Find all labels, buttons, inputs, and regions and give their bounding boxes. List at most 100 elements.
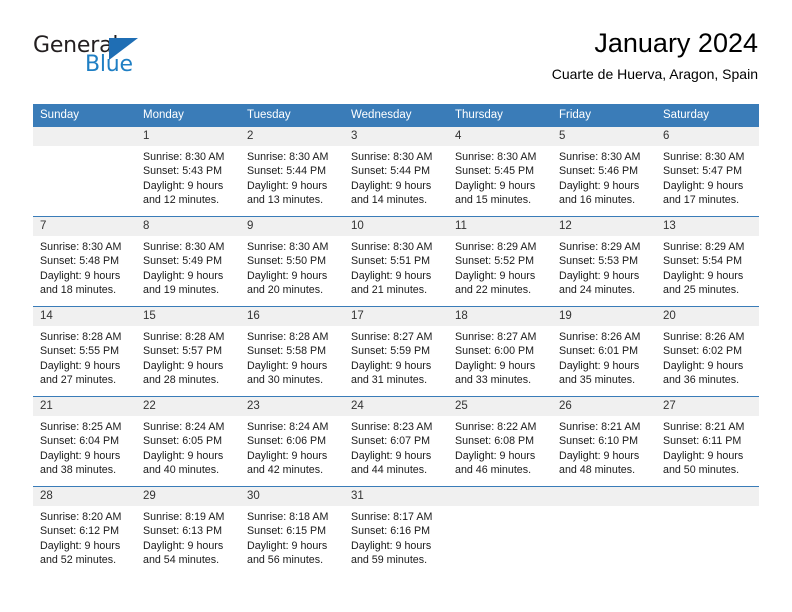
- daylight-text-line2: and 24 minutes.: [559, 284, 636, 297]
- day-cell[interactable]: 8 Sunrise: 8:30 AM Sunset: 5:49 PM Dayli…: [136, 216, 240, 306]
- day-cell[interactable]: 6 Sunrise: 8:30 AM Sunset: 5:47 PM Dayli…: [656, 126, 759, 216]
- day-details: Sunrise: 8:22 AM Sunset: 6:08 PM Dayligh…: [448, 416, 552, 478]
- sunrise-text: Sunrise: 8:30 AM: [143, 241, 225, 253]
- calendar-week-row: 14 Sunrise: 8:28 AM Sunset: 5:55 PM Dayl…: [33, 306, 759, 396]
- daylight-text-line1: Daylight: 9 hours: [143, 539, 224, 552]
- sunrise-text: Sunrise: 8:20 AM: [40, 511, 122, 523]
- sunset-text: Sunset: 5:55 PM: [40, 345, 120, 358]
- sunrise-text: Sunrise: 8:30 AM: [351, 241, 433, 253]
- daylight-text-line1: Daylight: 9 hours: [40, 359, 121, 372]
- day-cell[interactable]: 5 Sunrise: 8:30 AM Sunset: 5:46 PM Dayli…: [552, 126, 656, 216]
- sunset-text: Sunset: 6:04 PM: [40, 435, 120, 448]
- day-number: [656, 487, 759, 506]
- sunset-text: Sunset: 5:49 PM: [143, 255, 223, 268]
- sunset-text: Sunset: 5:53 PM: [559, 255, 639, 268]
- day-details: Sunrise: 8:17 AM Sunset: 6:16 PM Dayligh…: [344, 506, 448, 568]
- sunset-text: Sunset: 6:12 PM: [40, 525, 120, 538]
- day-cell[interactable]: 9 Sunrise: 8:30 AM Sunset: 5:50 PM Dayli…: [240, 216, 344, 306]
- daylight-text-line1: Daylight: 9 hours: [455, 359, 536, 372]
- daylight-text-line2: and 38 minutes.: [40, 464, 117, 477]
- day-number: 26: [552, 397, 656, 416]
- day-cell[interactable]: 30 Sunrise: 8:18 AM Sunset: 6:15 PM Dayl…: [240, 486, 344, 576]
- day-cell[interactable]: 14 Sunrise: 8:28 AM Sunset: 5:55 PM Dayl…: [33, 306, 136, 396]
- daylight-text-line2: and 28 minutes.: [143, 374, 220, 387]
- sunrise-text: Sunrise: 8:26 AM: [559, 331, 641, 343]
- day-cell[interactable]: 16 Sunrise: 8:28 AM Sunset: 5:58 PM Dayl…: [240, 306, 344, 396]
- day-cell[interactable]: 31 Sunrise: 8:17 AM Sunset: 6:16 PM Dayl…: [344, 486, 448, 576]
- weekday-header-friday: Friday: [552, 104, 656, 126]
- day-cell[interactable]: 23 Sunrise: 8:24 AM Sunset: 6:06 PM Dayl…: [240, 396, 344, 486]
- day-number: 8: [136, 217, 240, 236]
- sunrise-text: Sunrise: 8:21 AM: [663, 421, 745, 433]
- weekday-header-monday: Monday: [136, 104, 240, 126]
- day-number: 18: [448, 307, 552, 326]
- sunrise-text: Sunrise: 8:19 AM: [143, 511, 225, 523]
- page-header: General Blue January 2024 Cuarte de Huer…: [0, 0, 792, 104]
- daylight-text-line1: Daylight: 9 hours: [247, 269, 328, 282]
- day-cell[interactable]: 13 Sunrise: 8:29 AM Sunset: 5:54 PM Dayl…: [656, 216, 759, 306]
- day-cell[interactable]: 28 Sunrise: 8:20 AM Sunset: 6:12 PM Dayl…: [33, 486, 136, 576]
- sunset-text: Sunset: 6:02 PM: [663, 345, 743, 358]
- sunset-text: Sunset: 6:07 PM: [351, 435, 431, 448]
- day-cell[interactable]: 20 Sunrise: 8:26 AM Sunset: 6:02 PM Dayl…: [656, 306, 759, 396]
- day-cell[interactable]: 1 Sunrise: 8:30 AM Sunset: 5:43 PM Dayli…: [136, 126, 240, 216]
- day-cell[interactable]: 11 Sunrise: 8:29 AM Sunset: 5:52 PM Dayl…: [448, 216, 552, 306]
- day-cell[interactable]: 3 Sunrise: 8:30 AM Sunset: 5:44 PM Dayli…: [344, 126, 448, 216]
- daylight-text-line1: Daylight: 9 hours: [40, 449, 121, 462]
- day-number: 23: [240, 397, 344, 416]
- day-number: 10: [344, 217, 448, 236]
- day-cell[interactable]: 17 Sunrise: 8:27 AM Sunset: 5:59 PM Dayl…: [344, 306, 448, 396]
- day-cell[interactable]: 12 Sunrise: 8:29 AM Sunset: 5:53 PM Dayl…: [552, 216, 656, 306]
- daylight-text-line1: Daylight: 9 hours: [247, 539, 328, 552]
- day-cell[interactable]: 10 Sunrise: 8:30 AM Sunset: 5:51 PM Dayl…: [344, 216, 448, 306]
- day-cell[interactable]: 18 Sunrise: 8:27 AM Sunset: 6:00 PM Dayl…: [448, 306, 552, 396]
- day-details: Sunrise: 8:30 AM Sunset: 5:46 PM Dayligh…: [552, 146, 656, 208]
- day-cell[interactable]: 22 Sunrise: 8:24 AM Sunset: 6:05 PM Dayl…: [136, 396, 240, 486]
- daylight-text-line1: Daylight: 9 hours: [247, 359, 328, 372]
- day-details: Sunrise: 8:30 AM Sunset: 5:44 PM Dayligh…: [344, 146, 448, 208]
- day-details: Sunrise: 8:20 AM Sunset: 6:12 PM Dayligh…: [33, 506, 136, 568]
- day-details: Sunrise: 8:27 AM Sunset: 6:00 PM Dayligh…: [448, 326, 552, 388]
- sunrise-text: Sunrise: 8:28 AM: [40, 331, 122, 343]
- day-details: Sunrise: 8:21 AM Sunset: 6:11 PM Dayligh…: [656, 416, 759, 478]
- day-number: 20: [656, 307, 759, 326]
- daylight-text-line2: and 30 minutes.: [247, 374, 324, 387]
- daylight-text-line2: and 22 minutes.: [455, 284, 532, 297]
- day-cell[interactable]: 21 Sunrise: 8:25 AM Sunset: 6:04 PM Dayl…: [33, 396, 136, 486]
- day-number: 22: [136, 397, 240, 416]
- day-cell[interactable]: 24 Sunrise: 8:23 AM Sunset: 6:07 PM Dayl…: [344, 396, 448, 486]
- day-cell[interactable]: 7 Sunrise: 8:30 AM Sunset: 5:48 PM Dayli…: [33, 216, 136, 306]
- daylight-text-line1: Daylight: 9 hours: [351, 449, 432, 462]
- sunrise-text: Sunrise: 8:28 AM: [143, 331, 225, 343]
- daylight-text-line1: Daylight: 9 hours: [40, 539, 121, 552]
- daylight-text-line2: and 21 minutes.: [351, 284, 428, 297]
- sunset-text: Sunset: 5:52 PM: [455, 255, 535, 268]
- day-number: 14: [33, 307, 136, 326]
- daylight-text-line2: and 17 minutes.: [663, 194, 740, 207]
- day-cell[interactable]: 4 Sunrise: 8:30 AM Sunset: 5:45 PM Dayli…: [448, 126, 552, 216]
- generalblue-logo[interactable]: General Blue: [33, 34, 173, 84]
- day-cell: [656, 486, 759, 576]
- sunrise-text: Sunrise: 8:29 AM: [559, 241, 641, 253]
- sunrise-text: Sunrise: 8:23 AM: [351, 421, 433, 433]
- daylight-text-line2: and 14 minutes.: [351, 194, 428, 207]
- day-cell[interactable]: 25 Sunrise: 8:22 AM Sunset: 6:08 PM Dayl…: [448, 396, 552, 486]
- day-details: Sunrise: 8:30 AM Sunset: 5:49 PM Dayligh…: [136, 236, 240, 298]
- day-cell[interactable]: 19 Sunrise: 8:26 AM Sunset: 6:01 PM Dayl…: [552, 306, 656, 396]
- daylight-text-line2: and 35 minutes.: [559, 374, 636, 387]
- day-details: Sunrise: 8:24 AM Sunset: 6:05 PM Dayligh…: [136, 416, 240, 478]
- day-number: 4: [448, 127, 552, 146]
- day-cell[interactable]: 27 Sunrise: 8:21 AM Sunset: 6:11 PM Dayl…: [656, 396, 759, 486]
- day-details: Sunrise: 8:30 AM Sunset: 5:45 PM Dayligh…: [448, 146, 552, 208]
- day-details: Sunrise: 8:30 AM Sunset: 5:47 PM Dayligh…: [656, 146, 759, 208]
- daylight-text-line2: and 25 minutes.: [663, 284, 740, 297]
- sunrise-text: Sunrise: 8:30 AM: [351, 151, 433, 163]
- daylight-text-line1: Daylight: 9 hours: [559, 269, 640, 282]
- day-details: Sunrise: 8:30 AM Sunset: 5:51 PM Dayligh…: [344, 236, 448, 298]
- day-cell[interactable]: 15 Sunrise: 8:28 AM Sunset: 5:57 PM Dayl…: [136, 306, 240, 396]
- day-cell[interactable]: 29 Sunrise: 8:19 AM Sunset: 6:13 PM Dayl…: [136, 486, 240, 576]
- sunrise-text: Sunrise: 8:30 AM: [559, 151, 641, 163]
- day-cell[interactable]: 26 Sunrise: 8:21 AM Sunset: 6:10 PM Dayl…: [552, 396, 656, 486]
- daylight-text-line2: and 15 minutes.: [455, 194, 532, 207]
- day-cell[interactable]: 2 Sunrise: 8:30 AM Sunset: 5:44 PM Dayli…: [240, 126, 344, 216]
